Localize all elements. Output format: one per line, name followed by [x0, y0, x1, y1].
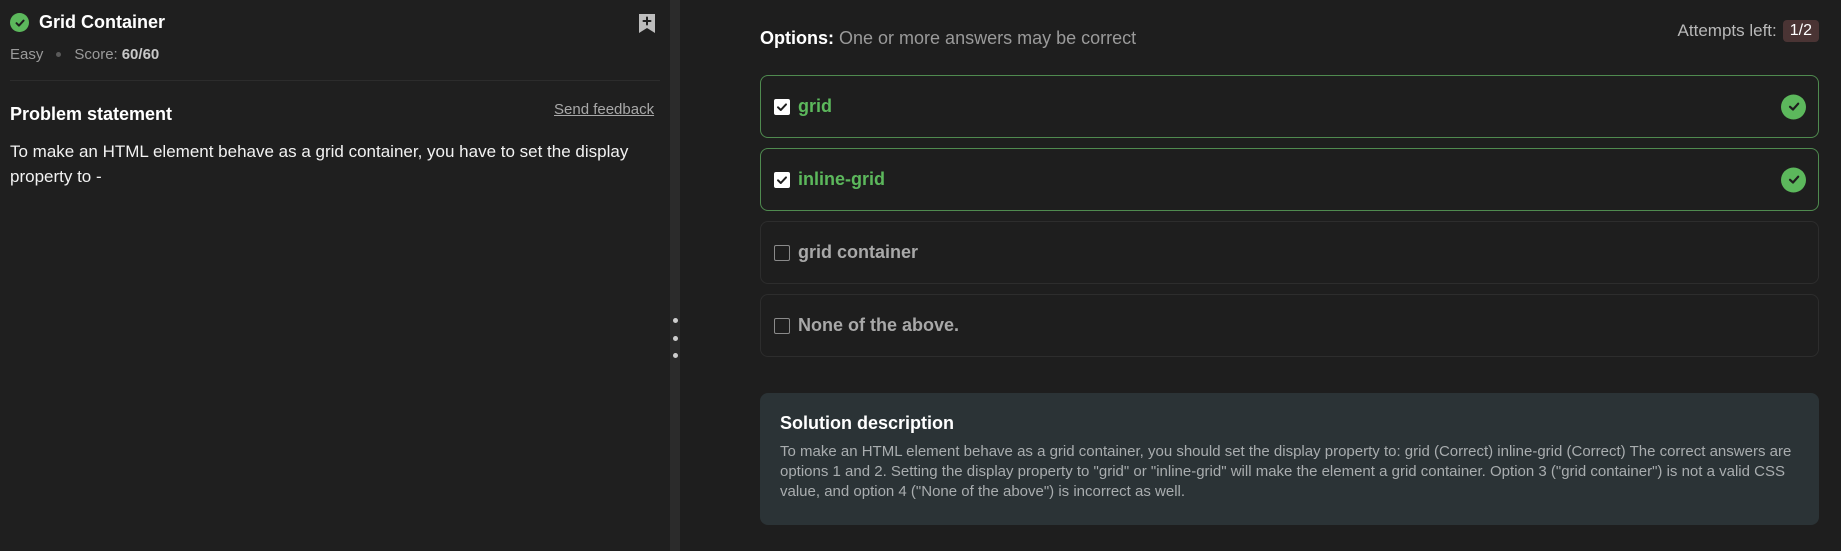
correct-check-icon: [1781, 167, 1806, 192]
solution-heading: Solution description: [780, 413, 954, 433]
problem-statement-text: To make an HTML element behave as a grid…: [10, 142, 629, 186]
difficulty-label: Easy: [10, 46, 44, 63]
send-feedback-link[interactable]: Send feedback: [554, 101, 654, 118]
attempts-indicator: Attempts left: 1/2: [1678, 20, 1819, 42]
options-label: Options:: [760, 28, 834, 48]
option-label: None of the above.: [798, 315, 960, 335]
checkbox-checked-icon[interactable]: [774, 98, 790, 115]
checkbox-empty-icon[interactable]: [774, 244, 790, 261]
problem-statement-heading: Problem statement: [10, 104, 173, 124]
correct-check-icon: [1781, 94, 1806, 119]
header-divider: [10, 80, 660, 81]
option-card[interactable]: grid container: [760, 221, 1819, 284]
score-value: 60/60: [121, 46, 160, 63]
attempts-badge: 1/2: [1782, 20, 1819, 42]
checkbox-empty-icon[interactable]: [774, 317, 790, 334]
bookmark-add-icon[interactable]: [637, 12, 657, 34]
checkbox-checked-icon[interactable]: [774, 171, 790, 188]
option-card[interactable]: None of the above.: [760, 294, 1819, 357]
attempts-label: Attempts left:: [1677, 21, 1777, 40]
option-label: inline-grid: [798, 169, 885, 189]
meta-separator: [56, 52, 62, 57]
score-label: Score:: [74, 46, 118, 63]
problem-panel: Grid Container Easy Score: 60/60 Problem…: [0, 0, 670, 551]
option-label: grid container: [798, 242, 919, 262]
app-layout: Grid Container Easy Score: 60/60 Problem…: [0, 0, 1841, 551]
drag-handle-icon[interactable]: [673, 318, 678, 358]
option-card[interactable]: grid: [760, 75, 1819, 138]
panel-resize-handle[interactable]: [670, 0, 680, 551]
options-header: Options: One or more answers may be corr…: [760, 28, 1136, 49]
option-card[interactable]: inline-grid: [760, 148, 1819, 211]
problem-title-row: Grid Container: [10, 12, 165, 33]
solution-box: Solution description To make an HTML ele…: [760, 393, 1819, 525]
solution-text: To make an HTML element behave as a grid…: [780, 443, 1792, 500]
problem-title: Grid Container: [39, 12, 166, 32]
quiz-panel: Options: One or more answers may be corr…: [680, 0, 1841, 551]
completed-check-icon: [10, 13, 29, 32]
options-hint: One or more answers may be correct: [839, 28, 1137, 48]
problem-meta: Easy Score: 60/60: [10, 46, 159, 63]
option-label: grid: [798, 96, 832, 116]
